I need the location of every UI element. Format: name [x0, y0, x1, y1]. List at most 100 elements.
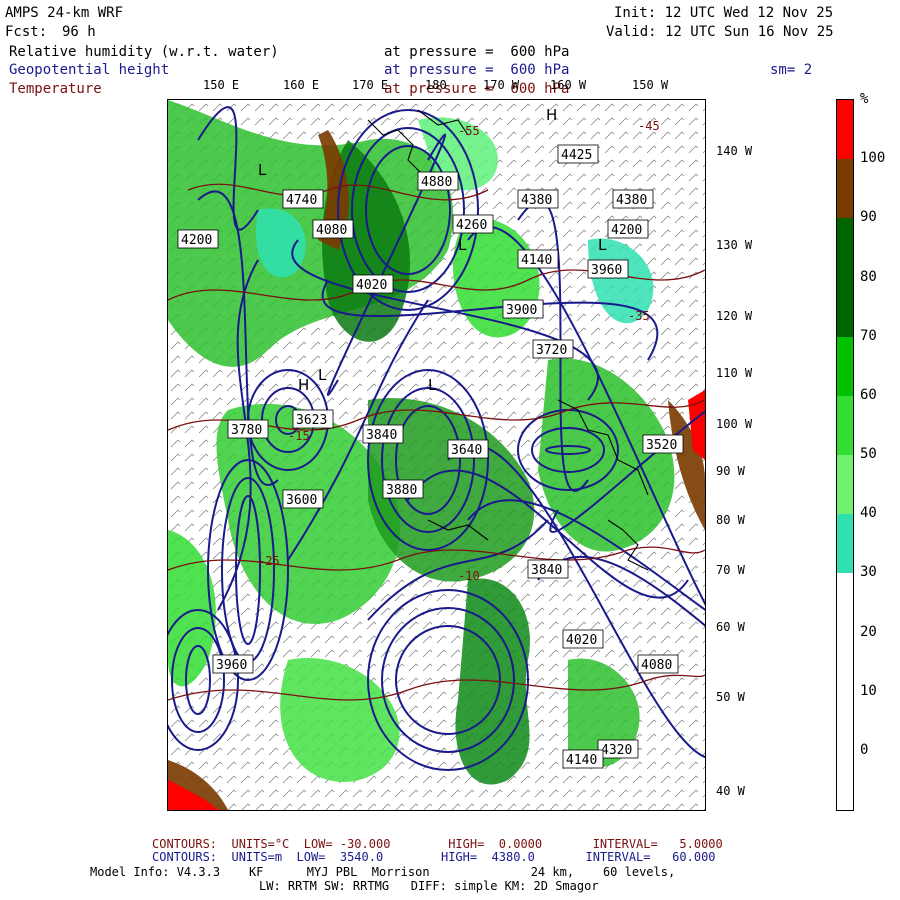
- temperature-label: -55: [458, 124, 480, 138]
- height-label: 3900: [506, 303, 537, 318]
- colorbar-label: 100: [860, 150, 886, 167]
- height-label: 4020: [356, 278, 387, 293]
- model-info: Model Info: V4.3.3 KF MYJ PBL Morrison 2…: [90, 865, 676, 879]
- temperature-label: -15: [288, 429, 310, 443]
- pressure-marker: L: [598, 236, 607, 254]
- colorbar-band: [837, 218, 853, 278]
- model-title: AMPS 24-km WRF: [5, 5, 124, 21]
- temperature-label: -35: [628, 309, 650, 323]
- field-level-height: at pressure = 600 hPa: [384, 62, 570, 78]
- height-label: 4380: [616, 193, 647, 208]
- height-label: 3720: [536, 343, 567, 358]
- init-time: Init: 12 UTC Wed 12 Nov 25: [614, 5, 834, 21]
- pressure-marker: L: [428, 376, 437, 394]
- height-label: 3840: [531, 563, 562, 578]
- height-label: 4140: [566, 753, 597, 768]
- lat-label: 70 W: [716, 563, 745, 577]
- colorbar-band: [837, 395, 853, 456]
- pressure-marker: H: [546, 106, 557, 124]
- lat-label: 130 W: [716, 238, 753, 252]
- colorbar-label: 20: [860, 623, 877, 640]
- temperature-label: -25: [258, 554, 280, 568]
- lon-label: 170 E: [352, 78, 389, 92]
- lat-label: 140 W: [716, 144, 753, 158]
- colorbar-label: 80: [860, 268, 877, 285]
- colorbar-band: [837, 632, 853, 693]
- lat-label: 50 W: [716, 690, 745, 704]
- colorbar-label: 70: [860, 327, 877, 344]
- lat-label: 80 W: [716, 513, 745, 527]
- height-label: 4380: [521, 193, 552, 208]
- colorbar-band: [837, 159, 853, 219]
- height-label: 4320: [601, 743, 632, 758]
- colorbar-label: 40: [860, 505, 877, 522]
- lon-label: 150 W: [632, 78, 669, 92]
- lon-label: 160 W: [550, 78, 587, 92]
- lat-label: 60 W: [716, 620, 745, 634]
- height-label: 4880: [421, 175, 452, 190]
- height-label: 4260: [456, 218, 487, 233]
- valid-time: Valid: 12 UTC Sun 16 Nov 25: [606, 24, 834, 40]
- colorbar-band: [837, 750, 853, 811]
- map-canvas: 4880 4740 4260 4380 4425 4200 4080 4020 4140 3960…: [168, 100, 705, 810]
- colorbar-band: [837, 514, 853, 574]
- pressure-marker: L: [318, 366, 327, 384]
- pressure-marker: L: [458, 236, 467, 254]
- colorbar-label: 50: [860, 446, 877, 462]
- lat-label: 40 W: [716, 784, 745, 798]
- colorbar-band: [837, 573, 853, 633]
- field-level-temperature: at pressure = 600 hPa: [384, 81, 570, 97]
- height-contour-info: CONTOURS: UNITS=m LOW= 3540.0 HIGH= 4380…: [152, 850, 716, 864]
- smoothing-value: sm= 2: [770, 62, 813, 78]
- height-label: 3840: [366, 428, 397, 443]
- field-level-rh: at pressure = 600 hPa: [384, 44, 570, 60]
- colorbar-band: [837, 455, 853, 515]
- temperature-label: -45: [638, 119, 660, 133]
- height-label: 4200: [181, 233, 212, 248]
- lon-label: 170 W: [483, 78, 520, 92]
- lon-label: 150 E: [203, 78, 240, 92]
- height-label: 4020: [566, 633, 597, 648]
- lat-label: 120 W: [716, 309, 753, 323]
- map-panel: 4880 4740 4260 4380 4425 4200 4080 4020 4140 3960…: [167, 99, 706, 811]
- lat-label: 90 W: [716, 464, 745, 478]
- colorbar-label: 0: [860, 741, 869, 758]
- height-label: 4080: [641, 658, 672, 673]
- field-name-rh: Relative humidity (w.r.t. water): [9, 44, 279, 60]
- height-label: 4425: [561, 148, 592, 163]
- height-label: 4200: [611, 223, 642, 238]
- temperature-label: -10: [458, 569, 480, 583]
- height-label: 4740: [286, 193, 317, 208]
- height-label: 4140: [521, 253, 552, 268]
- pressure-marker: L: [258, 161, 267, 179]
- colorbar-label: 30: [860, 564, 877, 581]
- lat-label: 100 W: [716, 417, 753, 431]
- height-label: 3623: [296, 413, 327, 428]
- forecast-label: Fcst:: [5, 24, 48, 40]
- height-label: 3780: [231, 423, 262, 438]
- forecast-value: 96 h: [62, 24, 96, 40]
- lon-label: 180: [425, 78, 447, 92]
- field-name-temperature: Temperature: [9, 81, 102, 97]
- colorbar-band: [837, 100, 853, 160]
- colorbar-band: [837, 277, 853, 338]
- height-label: 3960: [216, 658, 247, 673]
- height-label: 3640: [451, 443, 482, 458]
- colorbar-unit: %: [860, 91, 869, 107]
- colorbar-band: [837, 691, 853, 752]
- height-label: 3960: [591, 263, 622, 278]
- colorbar-label: 90: [860, 209, 877, 226]
- colorbar: [836, 99, 854, 811]
- pressure-marker: H: [298, 376, 309, 394]
- height-label: 3600: [286, 493, 317, 508]
- lon-label: 160 E: [283, 78, 320, 92]
- height-label: 3520: [646, 438, 677, 453]
- lat-label: 110 W: [716, 366, 753, 380]
- colorbar-label: 10: [860, 682, 877, 699]
- field-name-height: Geopotential height: [9, 62, 170, 78]
- physics-info: LW: RRTM SW: RRTMG DIFF: simple KM: 2D S…: [259, 879, 599, 893]
- colorbar-band: [837, 336, 853, 397]
- colorbar-label: 60: [860, 386, 877, 403]
- height-label: 4080: [316, 223, 347, 238]
- height-label: 3880: [386, 483, 417, 498]
